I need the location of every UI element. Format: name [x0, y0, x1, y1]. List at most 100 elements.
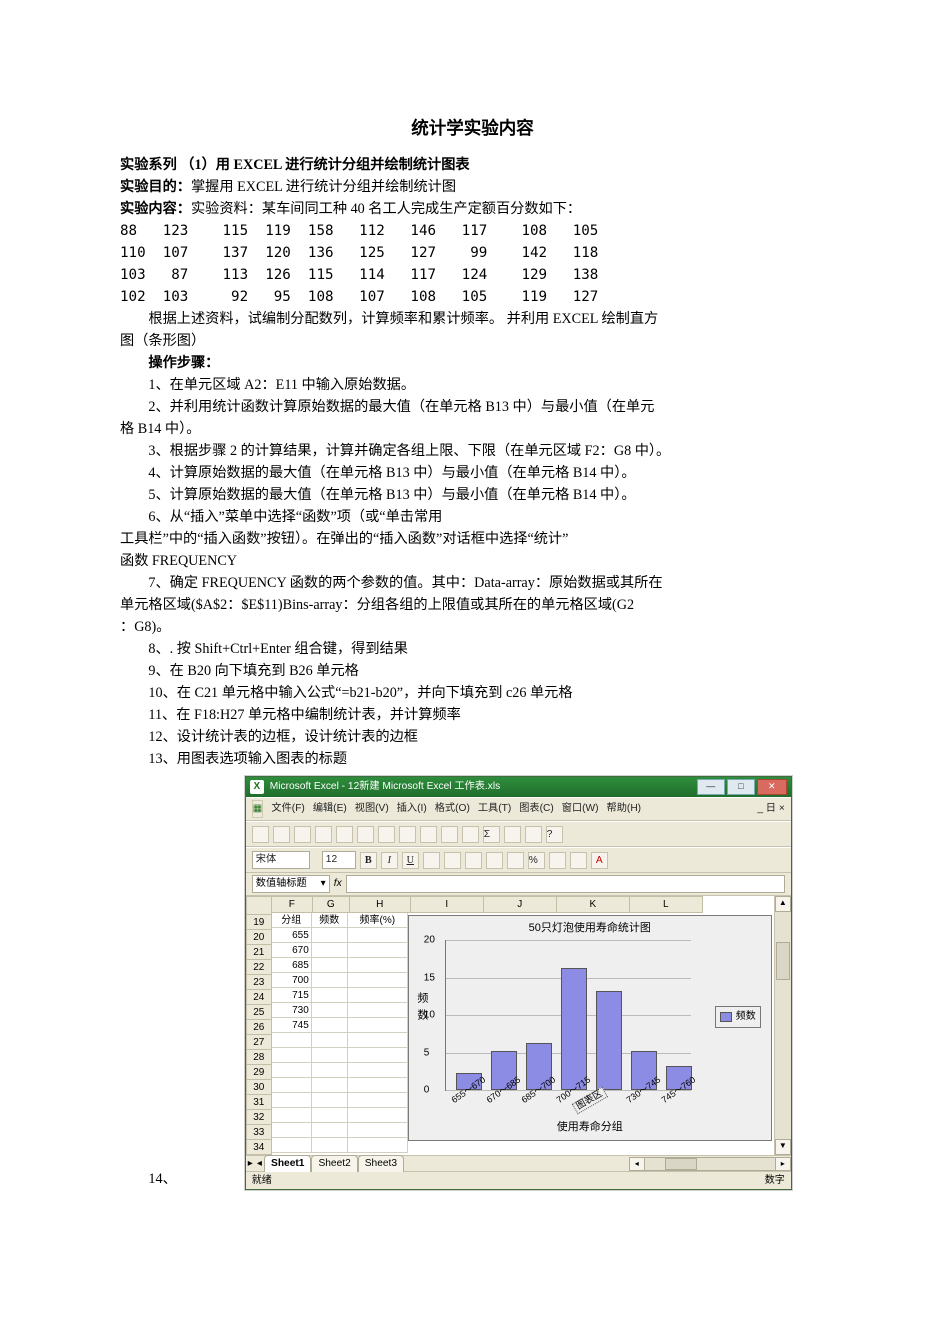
new-icon[interactable]: [252, 826, 269, 843]
open-icon[interactable]: [273, 826, 290, 843]
borders-icon[interactable]: [549, 852, 566, 869]
formula-bar[interactable]: [346, 875, 785, 893]
cell[interactable]: [272, 1063, 312, 1078]
name-box[interactable]: 数值轴标题▾: [252, 875, 330, 893]
undo-icon[interactable]: [441, 826, 458, 843]
select-all-corner[interactable]: [246, 896, 272, 915]
cell[interactable]: [312, 973, 348, 988]
cell[interactable]: [312, 943, 348, 958]
cell[interactable]: [312, 1078, 348, 1093]
cell[interactable]: [348, 988, 408, 1003]
cell[interactable]: [272, 1093, 312, 1108]
print-icon[interactable]: [315, 826, 332, 843]
menu-help[interactable]: 帮助(H): [607, 801, 642, 817]
row-header[interactable]: 32: [246, 1110, 272, 1125]
font-size-select[interactable]: 12: [322, 851, 356, 869]
scroll-thumb[interactable]: [776, 942, 790, 980]
cell[interactable]: [312, 1003, 348, 1018]
column-header[interactable]: H: [350, 896, 411, 913]
font-color-icon[interactable]: A: [591, 852, 608, 869]
align-left-icon[interactable]: [423, 852, 440, 869]
vertical-scrollbar[interactable]: ▲ ▼: [774, 896, 791, 1155]
row-header[interactable]: 26: [246, 1020, 272, 1035]
close-button[interactable]: ✕: [757, 779, 787, 795]
sheet-tab[interactable]: Sheet1: [264, 1155, 311, 1172]
align-center-icon[interactable]: [444, 852, 461, 869]
scroll-track[interactable]: [775, 912, 791, 1139]
cell[interactable]: [348, 1123, 408, 1138]
percent-icon[interactable]: %: [528, 852, 545, 869]
save-icon[interactable]: [294, 826, 311, 843]
cell[interactable]: [312, 1093, 348, 1108]
menu-format[interactable]: 格式(O): [435, 801, 470, 817]
fx-label[interactable]: fx: [334, 876, 342, 892]
align-right-icon[interactable]: [465, 852, 482, 869]
currency-icon[interactable]: [507, 852, 524, 869]
help-icon[interactable]: ?: [546, 826, 563, 843]
cell[interactable]: [272, 1033, 312, 1048]
scroll-down-icon[interactable]: ▼: [775, 1139, 791, 1155]
cell[interactable]: [312, 1123, 348, 1138]
row-header[interactable]: 33: [246, 1125, 272, 1140]
cell[interactable]: [348, 1003, 408, 1018]
cell[interactable]: [312, 1138, 348, 1153]
scroll-left-icon[interactable]: ◂: [630, 1158, 645, 1170]
redo-icon[interactable]: [462, 826, 479, 843]
cell[interactable]: [312, 1063, 348, 1078]
cell[interactable]: 715: [272, 988, 312, 1003]
column-header[interactable]: I: [411, 896, 484, 913]
menu-tools[interactable]: 工具(T): [478, 801, 511, 817]
row-header[interactable]: 27: [246, 1035, 272, 1050]
cell[interactable]: [312, 1018, 348, 1033]
cell[interactable]: [348, 958, 408, 973]
spelling-icon[interactable]: [357, 826, 374, 843]
cell[interactable]: 655: [272, 928, 312, 943]
menu-insert[interactable]: 插入(I): [397, 801, 427, 817]
cell[interactable]: [348, 1048, 408, 1063]
cell[interactable]: [348, 1093, 408, 1108]
row-header[interactable]: 31: [246, 1095, 272, 1110]
embedded-chart[interactable]: 50只灯泡使用寿命统计图 频数 05101520655～670670～68568…: [408, 915, 772, 1141]
chart-wizard-icon[interactable]: [525, 826, 542, 843]
cell[interactable]: [348, 1018, 408, 1033]
cell[interactable]: [312, 988, 348, 1003]
cell[interactable]: 685: [272, 958, 312, 973]
cell[interactable]: [348, 943, 408, 958]
cell[interactable]: [348, 1138, 408, 1153]
underline-icon[interactable]: U: [402, 852, 419, 869]
cell[interactable]: 频率(%): [348, 913, 408, 928]
column-header[interactable]: L: [630, 896, 703, 913]
row-header[interactable]: 34: [246, 1140, 272, 1155]
row-header[interactable]: 29: [246, 1065, 272, 1080]
menu-window[interactable]: 窗口(W): [562, 801, 599, 817]
cell[interactable]: [272, 1078, 312, 1093]
sheet-tab[interactable]: Sheet3: [358, 1155, 404, 1172]
column-header[interactable]: K: [557, 896, 630, 913]
preview-icon[interactable]: [336, 826, 353, 843]
menu-edit[interactable]: 编辑(E): [313, 801, 347, 817]
paste-icon[interactable]: [420, 826, 437, 843]
cell[interactable]: [272, 1048, 312, 1063]
row-header[interactable]: 19: [246, 915, 272, 930]
tab-nav-prev-icon[interactable]: ◂: [255, 1156, 264, 1172]
font-name-select[interactable]: 宋体: [252, 851, 310, 869]
cell[interactable]: 分组: [272, 913, 312, 928]
column-header[interactable]: G: [313, 896, 350, 913]
row-header[interactable]: 20: [246, 930, 272, 945]
scroll-up-icon[interactable]: ▲: [775, 896, 791, 912]
maximize-button[interactable]: □: [727, 779, 755, 795]
cell[interactable]: [272, 1138, 312, 1153]
row-header[interactable]: 28: [246, 1050, 272, 1065]
row-header[interactable]: 23: [246, 975, 272, 990]
menu-file[interactable]: 文件(F): [271, 801, 304, 817]
row-header[interactable]: 24: [246, 990, 272, 1005]
copy-icon[interactable]: [399, 826, 416, 843]
minimize-button[interactable]: —: [697, 779, 725, 795]
bold-icon[interactable]: B: [360, 852, 377, 869]
cell[interactable]: [348, 1108, 408, 1123]
cell[interactable]: 745: [272, 1018, 312, 1033]
cell[interactable]: [312, 1108, 348, 1123]
excel-titlebar[interactable]: X Microsoft Excel - 12新建 Microsoft Excel…: [246, 777, 791, 797]
cell[interactable]: [312, 1033, 348, 1048]
cell[interactable]: [272, 1108, 312, 1123]
